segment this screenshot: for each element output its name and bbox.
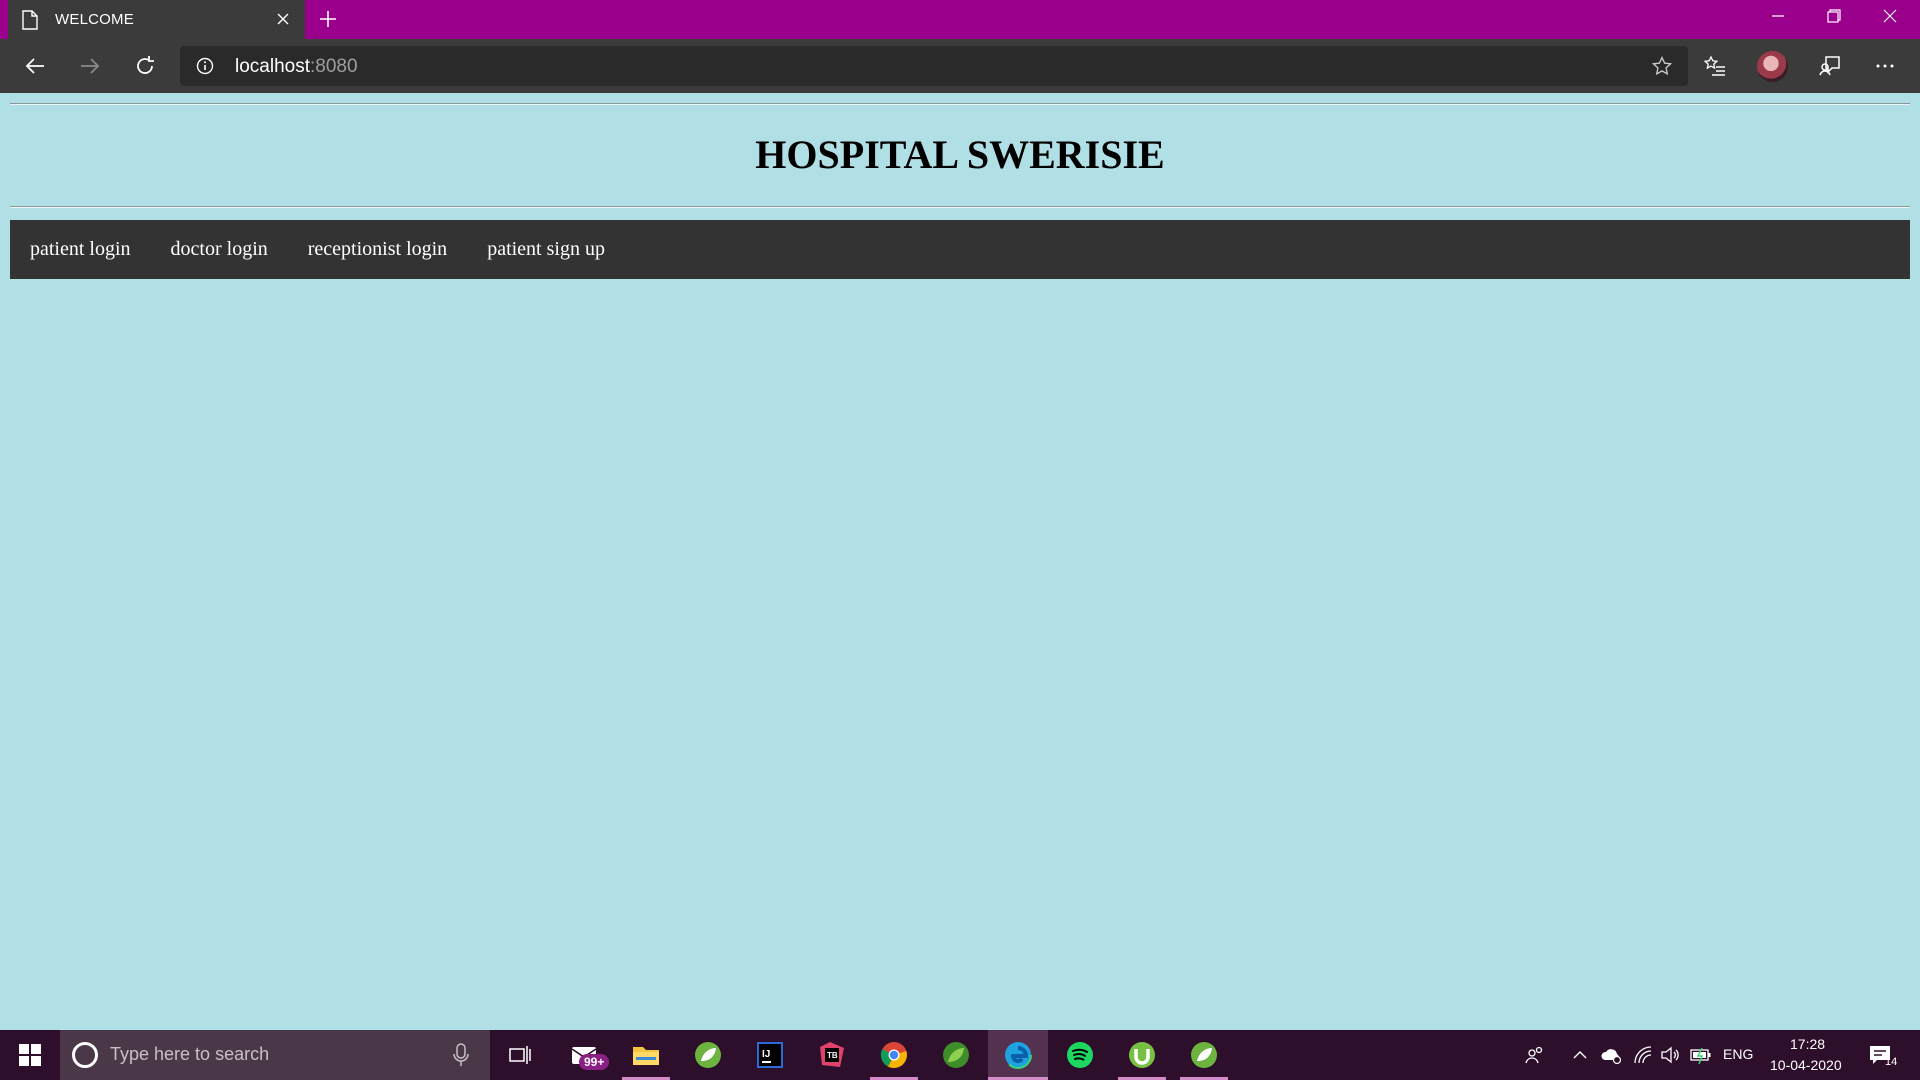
clock-time[interactable]: 17:28 <box>1790 1036 1825 1052</box>
spotify-icon[interactable] <box>1050 1030 1110 1080</box>
chrome-icon[interactable] <box>864 1030 924 1080</box>
language-indicator[interactable]: ENG <box>1723 1046 1753 1062</box>
battery-icon[interactable] <box>1690 1045 1712 1065</box>
tab-title: WELCOME <box>55 11 134 28</box>
read-aloud-icon[interactable] <box>1816 52 1844 80</box>
new-tab-icon[interactable] <box>318 9 338 34</box>
volume-icon[interactable] <box>1660 1045 1680 1065</box>
windows-start-icon[interactable] <box>0 1030 60 1080</box>
site-info-icon[interactable] <box>196 57 214 80</box>
more-options-icon[interactable] <box>1871 52 1899 80</box>
svg-text:TB: TB <box>827 1051 838 1060</box>
browser-tab[interactable]: WELCOME <box>8 0 305 39</box>
utorrent-icon[interactable] <box>1112 1030 1172 1080</box>
taskbar-search-box[interactable]: Type here to search <box>60 1030 490 1080</box>
main-nav: patient login doctor login receptionist … <box>10 220 1910 279</box>
forward-arrow-icon[interactable] <box>76 52 104 80</box>
nav-patient-sign-up[interactable]: patient sign up <box>467 220 625 279</box>
close-window-icon[interactable] <box>1862 0 1918 32</box>
spring-tools-alt-icon[interactable] <box>926 1030 986 1080</box>
url-port: :8080 <box>310 56 358 77</box>
favorites-list-icon[interactable] <box>1701 52 1729 80</box>
refresh-icon[interactable] <box>131 52 159 80</box>
file-explorer-icon[interactable] <box>616 1030 676 1080</box>
document-icon <box>22 10 38 35</box>
browser-titlebar: WELCOME <box>0 0 1920 39</box>
restore-icon[interactable] <box>1806 0 1862 32</box>
favorite-star-icon[interactable] <box>1651 55 1673 81</box>
people-icon[interactable] <box>1525 1045 1545 1065</box>
url-text: localhost:8080 <box>235 56 358 78</box>
task-view-icon[interactable] <box>490 1030 550 1080</box>
browser-toolbar: localhost:8080 <box>0 39 1920 93</box>
page-body: HOSPITAL SWERISIE patient login doctor l… <box>0 93 1920 1030</box>
cortana-icon[interactable] <box>72 1042 98 1068</box>
wifi-icon[interactable] <box>1633 1045 1653 1065</box>
nav-doctor-login[interactable]: doctor login <box>151 220 288 279</box>
clock-date[interactable]: 10-04-2020 <box>1770 1057 1842 1073</box>
intellij-icon[interactable]: IJ <box>740 1030 800 1080</box>
svg-text:IJ: IJ <box>762 1049 770 1060</box>
mail-unread-badge: 99+ <box>579 1054 610 1070</box>
notification-count: 14 <box>1885 1056 1898 1068</box>
bottom-divider <box>10 206 1910 208</box>
edge-icon[interactable] <box>988 1030 1048 1080</box>
chevron-up-icon[interactable] <box>1572 1045 1588 1065</box>
back-arrow-icon[interactable] <box>21 52 49 80</box>
nav-patient-login[interactable]: patient login <box>10 220 151 279</box>
spring-tools-icon[interactable] <box>678 1030 738 1080</box>
onedrive-icon[interactable] <box>1600 1045 1622 1065</box>
jetbrains-toolbox-icon[interactable]: TB <box>802 1030 862 1080</box>
windows-taskbar: Type here to search 99+ IJ TB ENG 17:28 … <box>0 1030 1920 1080</box>
minimize-icon[interactable] <box>1750 0 1806 32</box>
microphone-icon[interactable] <box>453 1043 469 1072</box>
profile-avatar[interactable] <box>1757 51 1788 82</box>
close-tab-icon[interactable] <box>275 11 291 32</box>
nav-receptionist-login[interactable]: receptionist login <box>288 220 467 279</box>
url-host: localhost <box>235 56 310 77</box>
page-title: HOSPITAL SWERISIE <box>755 132 1165 177</box>
spring-boot-icon[interactable] <box>1174 1030 1234 1080</box>
address-bar[interactable]: localhost:8080 <box>180 46 1688 86</box>
search-placeholder: Type here to search <box>110 1044 270 1064</box>
top-divider <box>10 103 1910 105</box>
